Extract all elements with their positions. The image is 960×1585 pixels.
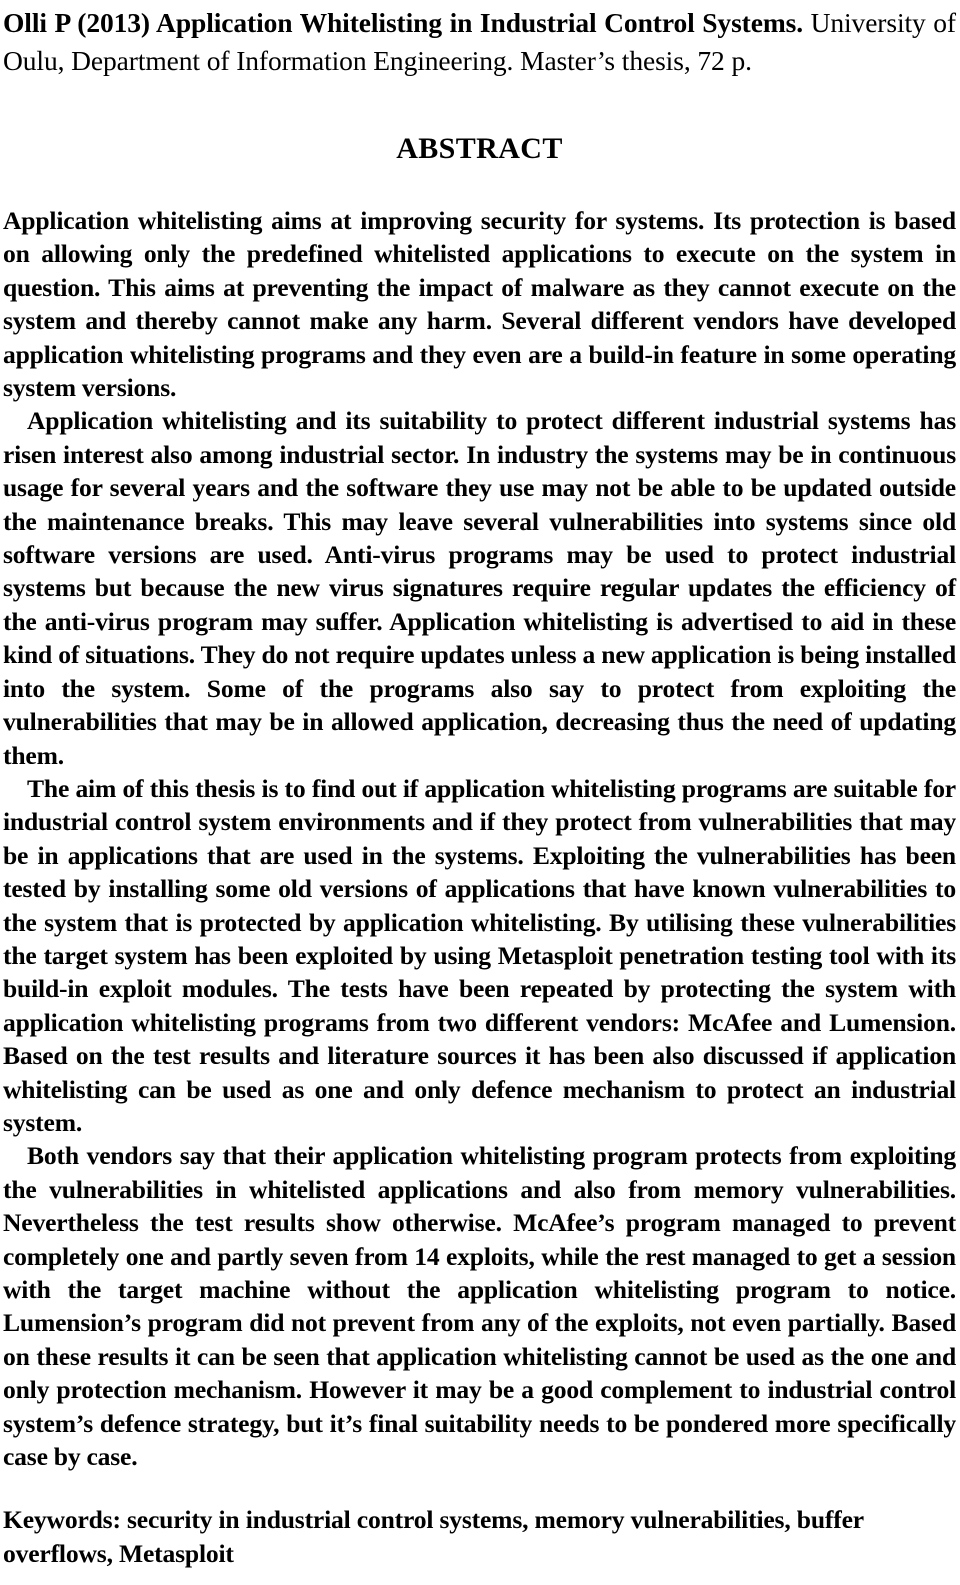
abstract-paragraph-3: The aim of this thesis is to find out if…	[3, 773, 956, 1137]
abstract-paragraph-1: Application whitelisting aims at improvi…	[3, 206, 956, 403]
abstract-body: Application whitelisting aims at improvi…	[3, 166, 956, 1473]
citation-header: Olli P (2013) Application Whitelisting i…	[3, 0, 956, 80]
document-page: Olli P (2013) Application Whitelisting i…	[0, 0, 960, 1585]
citation-title: Olli P (2013) Application Whitelisting i…	[3, 7, 804, 38]
keywords-line: Keywords: security in industrial control…	[3, 1505, 864, 1568]
page-title: ABSTRACT	[396, 132, 563, 165]
abstract-paragraph-2: Application whitelisting and its suitabi…	[3, 406, 956, 770]
abstract-paragraph-4: Both vendors say that their application …	[3, 1141, 956, 1472]
